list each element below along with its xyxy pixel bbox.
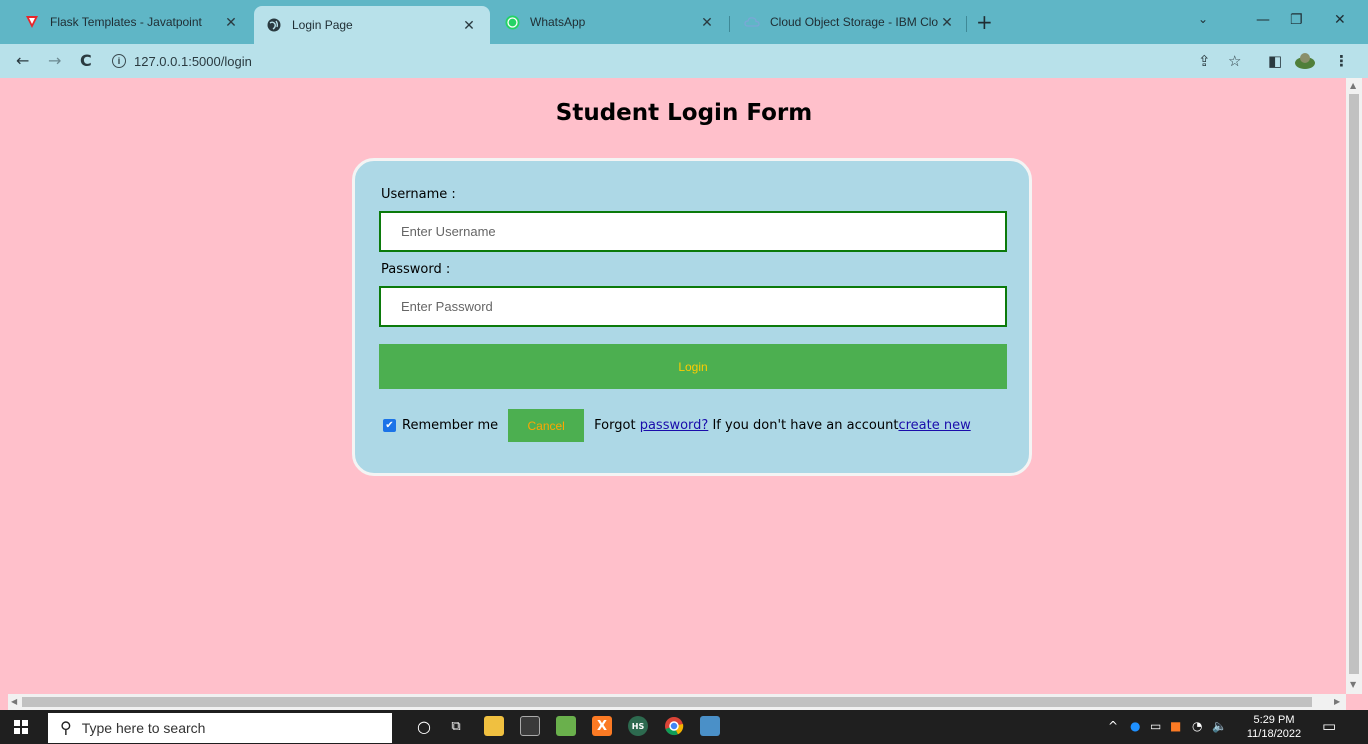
ide-app-icon[interactable]: [700, 716, 720, 736]
close-window-icon[interactable]: ✕: [1334, 12, 1346, 28]
restore-icon[interactable]: ❐: [1290, 12, 1303, 28]
password-label: Password :: [381, 262, 451, 277]
username-label: Username :: [381, 187, 456, 202]
close-tab-icon[interactable]: ✕: [460, 17, 478, 34]
taskbar-search-box[interactable]: ⚲ Type here to search: [48, 713, 392, 743]
tab-login-page[interactable]: Login Page ✕: [254, 6, 490, 44]
clock-time: 5:29 PM: [1253, 714, 1295, 726]
chrome-icon[interactable]: [664, 716, 684, 736]
address-toolbar: ← → C i 127.0.0.1:5000/login ⇪ ☆ ◧ ⋮: [0, 44, 1368, 78]
bluetooth-icon[interactable]: ●: [1130, 719, 1140, 733]
notepad-plus-icon[interactable]: [556, 716, 576, 736]
tab-separator: [729, 16, 730, 32]
url-text: 127.0.0.1:5000/login: [134, 53, 252, 69]
page-left-edge: [0, 78, 8, 710]
clock-date: 11/18/2022: [1246, 728, 1302, 740]
create-account-link[interactable]: create new: [898, 418, 970, 433]
close-tab-icon[interactable]: ✕: [938, 14, 956, 31]
forgot-password-link[interactable]: password?: [640, 418, 709, 433]
xampp-icon[interactable]: X: [592, 716, 612, 736]
taskbar-search-placeholder: Type here to search: [81, 720, 206, 736]
browser-tab-strip: Flask Templates - Javatpoint ✕ Login Pag…: [0, 0, 1368, 44]
task-view-icon[interactable]: ⧉: [446, 716, 466, 736]
horizontal-scrollbar[interactable]: ◀ ▶: [8, 694, 1346, 710]
cortana-icon[interactable]: ○: [414, 716, 434, 736]
login-card: Username : Password : Login ✔ Remember m…: [352, 158, 1032, 476]
windows-start-icon[interactable]: [14, 720, 28, 734]
close-tab-icon[interactable]: ✕: [222, 14, 240, 31]
forgot-text: Forgot: [594, 418, 640, 433]
xampp-tray-icon[interactable]: ■: [1170, 719, 1181, 733]
ibm-cloud-icon: [744, 14, 760, 30]
wifi-icon[interactable]: ◔: [1192, 719, 1202, 733]
tab-title: Login Page: [292, 18, 353, 32]
bookmark-star-icon[interactable]: ☆: [1228, 52, 1241, 70]
battery-icon[interactable]: ▭: [1150, 719, 1161, 733]
forward-arrow-icon[interactable]: →: [48, 52, 61, 70]
tab-title: Flask Templates - Javatpoint: [50, 15, 202, 29]
password-input[interactable]: [379, 286, 1007, 327]
address-bar[interactable]: i 127.0.0.1:5000/login: [112, 49, 1172, 73]
site-info-icon[interactable]: i: [112, 54, 126, 68]
new-tab-button[interactable]: +: [976, 12, 993, 32]
vertical-scrollbar[interactable]: ▲ ▼: [1346, 78, 1362, 694]
search-icon: ⚲: [60, 720, 72, 737]
tab-ibm-cloud[interactable]: Cloud Object Storage - IBM Clou ✕: [732, 8, 968, 36]
tab-flask-templates[interactable]: Flask Templates - Javatpoint ✕: [12, 8, 252, 36]
file-explorer-icon[interactable]: [484, 716, 504, 736]
tab-separator: [966, 16, 967, 32]
scroll-down-arrow-icon[interactable]: ▼: [1350, 680, 1356, 689]
username-input[interactable]: [379, 211, 1007, 252]
vertical-scroll-thumb[interactable]: [1349, 94, 1359, 674]
back-arrow-icon[interactable]: ←: [16, 52, 29, 70]
close-tab-icon[interactable]: ✕: [698, 14, 716, 31]
cancel-button[interactable]: Cancel: [508, 409, 585, 442]
hs-app-icon[interactable]: HS: [628, 716, 648, 736]
volume-icon[interactable]: 🔈: [1212, 719, 1227, 733]
horizontal-scroll-thumb[interactable]: [22, 697, 1312, 707]
whatsapp-icon: [504, 14, 520, 30]
tab-search-icon[interactable]: ⌄: [1198, 12, 1208, 26]
profile-avatar-icon[interactable]: [1294, 51, 1316, 75]
minimize-icon[interactable]: —: [1256, 12, 1270, 28]
remember-me-checkbox[interactable]: ✔: [383, 419, 396, 432]
javatpoint-icon: [24, 14, 40, 30]
terminal-icon[interactable]: [520, 716, 540, 736]
notification-center-icon[interactable]: ▭: [1322, 717, 1336, 735]
login-button[interactable]: Login: [379, 344, 1007, 389]
scroll-up-arrow-icon[interactable]: ▲: [1350, 81, 1356, 90]
show-hidden-icons-icon[interactable]: ^: [1108, 719, 1118, 733]
reload-icon[interactable]: C: [80, 52, 92, 70]
share-icon[interactable]: ⇪: [1198, 52, 1211, 70]
tab-title: WhatsApp: [530, 15, 586, 29]
remember-me-label: Remember me: [402, 418, 499, 433]
globe-icon: [266, 17, 282, 33]
tab-title: Cloud Object Storage - IBM Clou: [770, 15, 938, 29]
tab-whatsapp[interactable]: WhatsApp ✕: [492, 8, 728, 36]
account-text: If you don't have an account: [708, 418, 899, 433]
menu-dots-icon[interactable]: ⋮: [1334, 52, 1349, 70]
scroll-right-arrow-icon[interactable]: ▶: [1334, 697, 1340, 706]
side-panel-icon[interactable]: ◧: [1268, 52, 1282, 70]
system-clock[interactable]: 5:29 PM 11/18/2022: [1246, 713, 1302, 741]
form-footer-row: ✔ Remember me Cancel Forgot password? If…: [383, 409, 971, 442]
scroll-left-arrow-icon[interactable]: ◀: [11, 697, 17, 706]
windows-taskbar: ⚲ Type here to search ○ ⧉ X HS ^ ● ▭ ■ ◔…: [0, 710, 1368, 744]
page-title: Student Login Form: [555, 100, 813, 126]
